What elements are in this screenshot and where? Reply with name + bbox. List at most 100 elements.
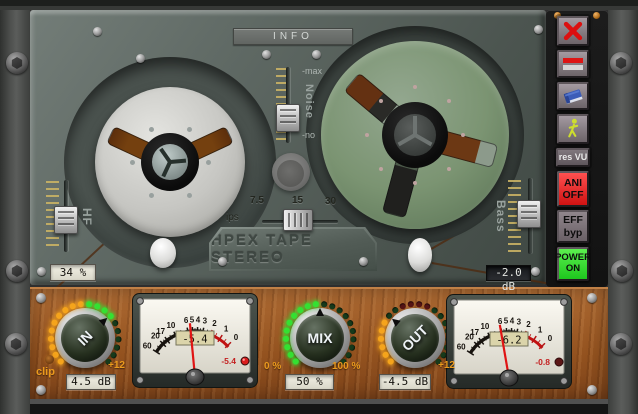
reel-hub-center (152, 144, 188, 180)
svg-text:17: 17 (156, 327, 165, 336)
effect-bypass-button[interactable]: EFF byp (557, 210, 589, 243)
minimize-button[interactable] (557, 50, 589, 78)
wood-screw-icon (587, 293, 597, 303)
peak-value: -0.8 (535, 357, 550, 367)
svg-text:2: 2 (212, 319, 217, 328)
power-on-button[interactable]: POWER ON (555, 247, 591, 281)
reel-hub-center (394, 114, 436, 156)
manual-button[interactable] (557, 82, 589, 110)
svg-text:10: 10 (166, 321, 175, 330)
clip-label: clip (36, 366, 55, 378)
in-knob-label: IN (74, 327, 96, 349)
pinch-roller (272, 153, 310, 191)
peak-value: -5.4 (221, 356, 236, 366)
book-icon (563, 89, 583, 105)
svg-text:1: 1 (224, 325, 229, 334)
svg-text:0: 0 (548, 334, 553, 343)
x-icon (563, 21, 583, 41)
eff-line1: EFF (563, 214, 583, 227)
knob-led (86, 301, 93, 308)
bass-slider-handle[interactable] (517, 200, 541, 228)
noise-min-label: -no (302, 130, 316, 140)
svg-text:4: 4 (196, 316, 201, 325)
svg-text:2: 2 (526, 320, 531, 329)
rack-screw-icon (5, 333, 27, 355)
mix-display: 50 % (285, 374, 334, 390)
svg-text:5: 5 (504, 317, 509, 326)
tape-guide-left (150, 238, 176, 268)
mix-max-label: 100 % (332, 361, 361, 372)
vu-meter-graphic: 602017106 5 4 3 210 -5.4 -5.4 (132, 293, 258, 388)
hf-label: HF (80, 208, 94, 226)
badge-screw-icon (359, 257, 368, 266)
top-edge (0, 0, 638, 10)
input-gain-display: 4.5 dB (66, 374, 116, 390)
vu-lcd-value: -5.4 (182, 334, 207, 346)
out-max-label: +12 (438, 360, 455, 371)
tape-guide-right (408, 238, 432, 272)
model-badge: HPEX TAPE STEREO (209, 227, 377, 271)
svg-text:3: 3 (517, 317, 522, 326)
ani-line1: ANI (563, 176, 583, 189)
out-knob-label: OUT (398, 321, 432, 355)
info-button[interactable]: INFO (233, 28, 353, 45)
ips-option-15[interactable]: 15 (292, 195, 303, 206)
close-button[interactable] (557, 16, 589, 46)
sidebar: res VU ANI OFF EFF byp POWER ON (546, 10, 608, 287)
svg-text:3: 3 (203, 316, 208, 325)
reset-vu-button[interactable]: res VU (556, 148, 590, 167)
peak-led (554, 357, 564, 367)
output-gain-display: -4.5 dB (379, 374, 431, 390)
svg-text:60: 60 (143, 341, 152, 350)
animation-off-button[interactable]: ANI OFF (557, 171, 589, 207)
ips-option-30[interactable]: 30 (325, 196, 336, 207)
knob-pointer (316, 308, 324, 316)
svg-text:17: 17 (470, 328, 479, 337)
panel-screw-icon (531, 267, 540, 276)
clip-led (45, 355, 54, 364)
person-icon (568, 118, 579, 138)
panel-screw-icon (136, 54, 145, 63)
vu-lcd-value: -6.2 (496, 335, 521, 347)
sidebar-screw-icon (593, 12, 600, 19)
panel-screw-icon (93, 27, 102, 36)
rack-screw-icon (610, 52, 632, 74)
noise-max-label: -max (302, 66, 322, 76)
panel-screw-icon (312, 50, 321, 59)
hf-value-display: 34 % (50, 264, 96, 281)
hf-slider-handle[interactable] (54, 206, 78, 234)
peak-led (240, 356, 250, 366)
svg-text:1: 1 (538, 326, 543, 335)
rack-screw-icon (6, 260, 28, 282)
ips-slider-handle[interactable] (283, 209, 313, 231)
rack-screw-icon (611, 260, 633, 282)
ips-label: ips (226, 212, 239, 223)
svg-text:4: 4 (510, 317, 515, 326)
bass-label: Bass (494, 200, 508, 233)
svg-text:60: 60 (457, 342, 466, 351)
noise-slider-handle[interactable] (276, 104, 300, 132)
eff-line2: byp (563, 226, 583, 239)
svg-text:0: 0 (234, 333, 239, 342)
panel-screw-icon (37, 267, 46, 276)
wood-screw-icon (36, 385, 46, 395)
badge-label: HPEX TAPE STEREO (211, 232, 313, 266)
knob-led (407, 301, 414, 308)
svg-text:10: 10 (480, 322, 489, 331)
credits-button[interactable] (557, 114, 589, 144)
panel-screw-icon (534, 25, 543, 34)
rack-screw-icon (610, 333, 632, 355)
wood-screw-icon (587, 385, 597, 395)
panel-screw-icon (262, 50, 271, 59)
ani-line2: OFF (562, 189, 584, 201)
knob-led (416, 301, 423, 308)
badge-screw-icon (218, 257, 227, 266)
vu-meter-right: 60 20 17 10 6 5 4 3 2 1 0 -6.2 -0.8 (446, 294, 572, 389)
mix-knob-label: MIX (307, 330, 333, 346)
in-max-label: +12 (108, 360, 125, 371)
knob-led (321, 301, 328, 308)
power-line2: ON (565, 263, 581, 274)
ips-option-7-5[interactable]: 7.5 (250, 195, 264, 206)
mix-min-label: 0 % (264, 361, 282, 372)
rack-screw-icon (6, 52, 28, 74)
